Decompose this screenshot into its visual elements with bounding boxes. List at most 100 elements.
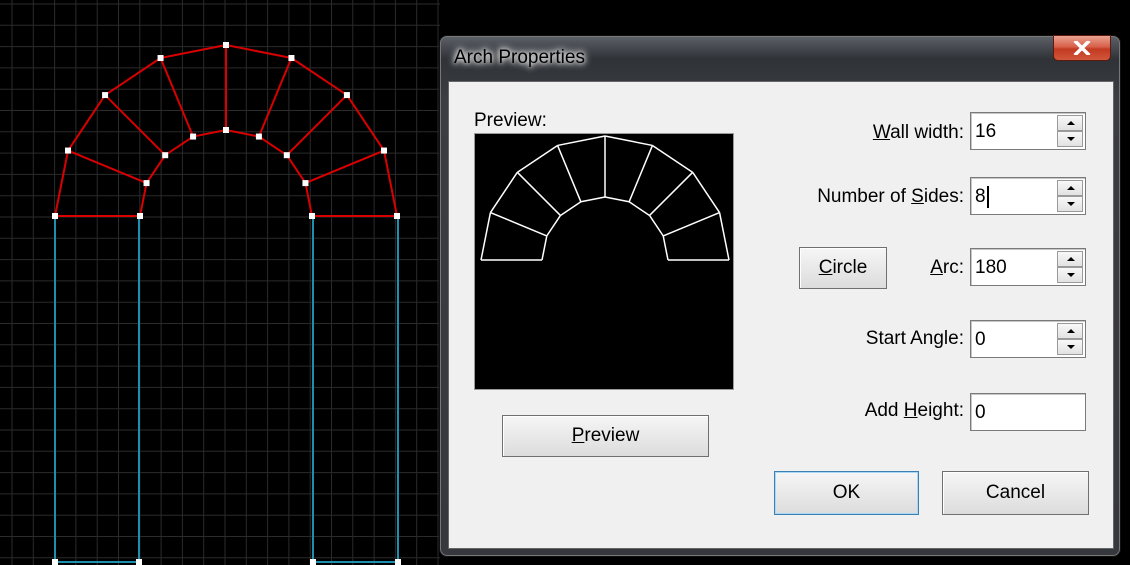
spin-up-button[interactable] — [1057, 323, 1083, 339]
vertex-handle — [190, 133, 197, 140]
close-button[interactable] — [1053, 35, 1111, 61]
arch-segment-edge — [286, 94, 348, 156]
add-height-input[interactable]: 0 — [970, 393, 1086, 431]
preview-arch-line — [718, 212, 730, 261]
start-angle-input[interactable]: 0 — [970, 320, 1086, 358]
arrow-up-icon — [1067, 257, 1075, 261]
arch-outer-edge — [67, 94, 106, 152]
preview-arch-line — [560, 201, 582, 217]
close-x-icon — [1073, 41, 1091, 55]
arch-segment-edge — [67, 149, 147, 185]
arrow-down-icon — [1067, 137, 1075, 141]
arc-value: 180 — [975, 257, 1007, 278]
vertex-handle — [223, 42, 229, 48]
circle-button[interactable]: Circle — [799, 247, 887, 289]
arch-inner-edge — [258, 135, 288, 157]
arch-inner-edge — [139, 182, 148, 217]
add-height-value: 0 — [975, 402, 986, 423]
arch-inner-edge — [192, 129, 227, 138]
arrow-up-icon — [1067, 186, 1075, 190]
vertex-handle — [309, 213, 315, 219]
arch-segment-edge — [305, 149, 385, 185]
vertex-handle — [52, 213, 58, 219]
wall-width-value: 16 — [975, 121, 997, 142]
circle-button-label: Circle — [818, 257, 868, 278]
spin-up-button[interactable] — [1057, 180, 1083, 196]
preview-arch-line — [516, 144, 558, 173]
vertex-handle — [162, 152, 169, 159]
start-angle-spinner[interactable] — [1057, 323, 1083, 355]
preview-arch-line — [489, 171, 518, 213]
preview-arch-line — [649, 171, 694, 216]
arch-segment-edge — [257, 57, 293, 137]
cancel-button-label: Cancel — [985, 482, 1046, 503]
vertex-handle — [157, 55, 164, 62]
vertex-handle — [137, 213, 143, 219]
vertex-handle — [102, 92, 109, 99]
preview-arch-line — [556, 145, 582, 203]
wall-width-input[interactable]: 16 — [970, 112, 1086, 150]
preview-arch-line — [557, 135, 606, 147]
preview-arch-line — [546, 215, 562, 237]
arrow-up-icon — [1067, 329, 1075, 333]
number-of-sides-input[interactable]: 8 — [970, 177, 1086, 215]
text-caret — [987, 186, 989, 208]
arc-input[interactable]: 180 — [970, 248, 1086, 286]
preview-arch-line — [541, 235, 548, 261]
arc-spinner[interactable] — [1057, 251, 1083, 283]
preview-arch-line — [648, 215, 664, 237]
preview-arch-line — [604, 135, 653, 147]
vertex-handle — [288, 55, 295, 62]
start-angle-label: Start Angle: — [865, 328, 964, 349]
dialog-title: Arch Properties — [454, 47, 585, 68]
number-of-sides-spinner[interactable] — [1057, 180, 1083, 212]
arch-inner-edge — [164, 135, 194, 157]
vertex-handle — [394, 213, 400, 219]
vertex-handle — [255, 133, 262, 140]
preview-arch-line — [490, 211, 548, 237]
arch-inner-edge — [304, 182, 313, 217]
arrow-down-icon — [1067, 202, 1075, 206]
spin-down-button[interactable] — [1057, 131, 1083, 147]
preview-arch-line — [580, 196, 606, 203]
preview-arch-line — [604, 196, 630, 203]
preview-area — [474, 133, 734, 390]
vertex-handle — [380, 147, 387, 154]
vertex-handle — [223, 127, 229, 133]
vertex-handle — [65, 147, 72, 154]
spin-down-button[interactable] — [1057, 339, 1083, 355]
vertex-handle — [283, 152, 290, 159]
dialog-titlebar[interactable]: Arch Properties — [441, 35, 1119, 81]
spin-up-button[interactable] — [1057, 251, 1083, 267]
preview-button[interactable]: Preview — [502, 415, 709, 457]
arch-inner-edge — [225, 129, 260, 138]
arch-properties-dialog: Arch Properties Preview: Preview Wall wi… — [440, 35, 1120, 556]
arrow-up-icon — [1067, 121, 1075, 125]
preview-arch-line — [628, 145, 654, 203]
spin-down-button[interactable] — [1057, 196, 1083, 212]
vertex-handle — [395, 559, 401, 565]
cancel-button[interactable]: Cancel — [942, 471, 1089, 515]
arch-inner-edge — [145, 154, 167, 184]
vertex-handle — [310, 559, 316, 565]
spin-up-button[interactable] — [1057, 115, 1083, 131]
arrow-down-icon — [1067, 273, 1075, 277]
dialog-client-area: Preview: Preview Wall width: 16 Number o… — [448, 81, 1114, 549]
ok-button-label: OK — [832, 482, 861, 503]
vertex-handle — [52, 559, 58, 565]
ok-button[interactable]: OK — [774, 471, 919, 515]
number-of-sides-value: 8 — [975, 186, 986, 207]
start-angle-value: 0 — [975, 329, 986, 350]
preview-arch-line — [516, 171, 561, 216]
wall-width-spinner[interactable] — [1057, 115, 1083, 147]
preview-button-label: Preview — [571, 425, 640, 446]
arc-label: Arc: — [930, 257, 964, 278]
spin-down-button[interactable] — [1057, 267, 1083, 283]
arch-preview — [480, 135, 730, 261]
vertex-handle — [136, 559, 142, 565]
preview-arch-line — [628, 201, 650, 217]
arch-segment-edge — [104, 94, 166, 156]
preview-arch-line — [652, 144, 694, 173]
vertex-handle — [143, 180, 150, 187]
wall-width-label: Wall width: — [872, 122, 964, 143]
